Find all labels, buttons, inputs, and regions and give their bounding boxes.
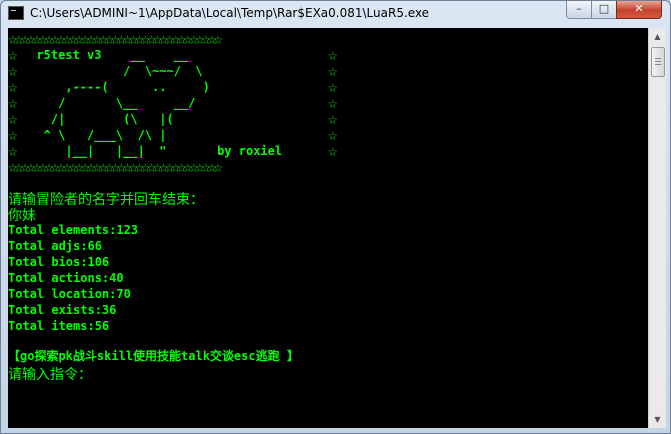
console-output[interactable]: ☆☆☆☆☆☆☆☆☆☆☆☆☆☆☆☆☆☆☆☆☆☆☆☆☆☆☆☆☆☆☆☆☆☆☆ ☆ ☆ …: [8, 28, 648, 428]
vertical-scrollbar[interactable]: ▲ ▼: [648, 28, 666, 428]
name-prompt: 请输冒险者的名字并回车结束：: [8, 192, 204, 208]
close-button[interactable]: ✕: [616, 1, 662, 19]
scroll-down-arrow-icon[interactable]: ▼: [649, 411, 666, 428]
command-list: 【go探索pk战斗skill使用技能talk交谈esc逃跑 】: [8, 349, 299, 363]
command-prompt: 请输入指令：: [8, 367, 92, 383]
stat-line: Total bios:106: [8, 255, 110, 269]
stat-line: Total location:70: [8, 287, 131, 301]
maximize-button[interactable]: □: [591, 1, 617, 19]
window-title: C:\Users\ADMINI~1\AppData\Local\Temp\Rar…: [30, 6, 430, 20]
banner-art-line: r5test v3 __ __: [22, 48, 189, 62]
banner-art-line: / \__ __/: [22, 96, 196, 110]
stat-line: Total items:56: [8, 319, 110, 333]
banner-art-line: ^ \ /___\ /\ |: [22, 128, 167, 142]
banner-bottom-border: ☆☆☆☆☆☆☆☆☆☆☆☆☆☆☆☆☆☆☆☆☆☆☆☆☆☆☆☆☆☆☆☆☆☆☆: [8, 157, 223, 176]
banner-art-line: ,----( .. ): [22, 80, 210, 94]
banner-right-border: ☆: [328, 141, 338, 160]
minimize-button[interactable]: –: [566, 1, 592, 19]
banner-art-line: / \~~~/ \: [22, 64, 203, 78]
console-window: C:\Users\ADMINI~1\AppData\Local\Temp\Rar…: [0, 0, 671, 434]
banner-art-line: /| (\ |(: [22, 112, 174, 126]
console-app-icon[interactable]: [8, 6, 24, 20]
scrollbar-thumb[interactable]: [651, 47, 665, 77]
banner-top-border: ☆☆☆☆☆☆☆☆☆☆☆☆☆☆☆☆☆☆☆☆☆☆☆☆☆☆☆☆☆☆☆☆☆☆☆: [8, 29, 223, 48]
stat-line: Total elements:123: [8, 223, 139, 237]
scroll-up-arrow-icon[interactable]: ▲: [649, 28, 666, 45]
stat-line: Total actions:40: [8, 271, 124, 285]
stat-line: Total adjs:66: [8, 239, 102, 253]
stat-line: Total exists:36: [8, 303, 117, 317]
